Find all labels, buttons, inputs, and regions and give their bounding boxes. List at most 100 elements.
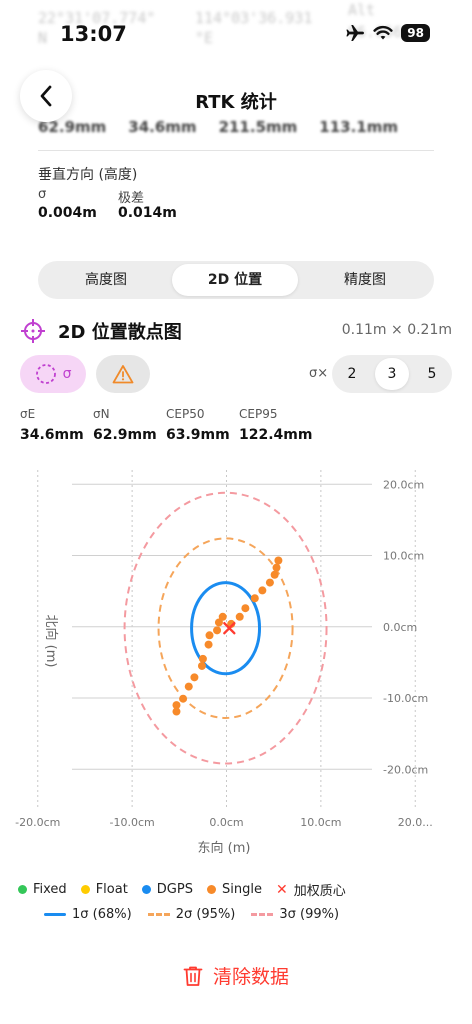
nav-bar: RTK 统计 [0,70,472,130]
multiplier-label: σ× [309,366,329,381]
data-point [274,556,283,565]
legend-label: Single [221,882,262,897]
legend-item: 1σ (68%) [44,907,132,922]
multiplier-option[interactable]: 5 [415,358,449,390]
metric-value: 122.4mm [239,427,313,443]
x-tick-label: 0.0cm [209,816,243,829]
legend-line-icon [44,913,66,916]
data-point [258,586,267,595]
legend-dot-icon [141,885,151,894]
page-title: RTK 统计 [195,92,277,113]
status-time: 13:07 [60,22,127,46]
data-point [198,654,207,663]
metric-label: CEP95 [239,407,278,421]
data-point [270,570,279,579]
sigma-ellipse-3 [123,491,328,765]
clear-data-button[interactable]: 清除数据 [0,962,472,989]
metric-value: 63.9mm [166,427,230,443]
legend-label: DGPS [156,882,193,897]
x-tick-label: 10.0cm [300,816,341,829]
data-point [241,604,250,613]
data-point [272,563,281,572]
vertical-sigma-label: σ [38,187,47,202]
y-tick-label: 0.0cm [383,621,417,634]
data-point [265,578,274,587]
x-tick-label: 20.0... [398,816,433,829]
metric-value: 62.9mm [93,427,157,443]
plot-title: 2D 位置散点图 [58,322,182,343]
legend-label: 加权质心 [293,884,346,899]
longitude-readout: 114°03'36.931 °E [195,9,313,47]
metric-label: σE [20,407,36,421]
metric-value: 34.6mm [20,427,84,443]
sigma-ellipse-2 [157,537,294,719]
clear-data-label: 清除数据 [212,966,289,988]
data-point [213,626,222,635]
divider [38,150,434,151]
legend-item: Float [80,882,128,897]
vertical-section-title: 垂直方向 (高度) [38,167,138,183]
data-point [218,612,227,621]
legend-item: 3σ (99%) [251,907,339,922]
status-icons: 98 [345,24,430,42]
legend-lines: 1σ (68%) 2σ (95%) 3σ (99%) [44,907,355,922]
legend-label: Fixed [33,882,67,897]
y-tick-label: 20.0cm [383,478,424,491]
metric-label: σN [93,407,110,421]
legend-dot-icon [206,885,216,894]
airplane-icon [346,25,365,41]
altitude-label: Alt [348,1,376,19]
data-point [205,631,214,640]
tab-height-chart[interactable]: 高度图 [42,264,170,296]
legend-dot-icon [18,885,27,894]
legend-label: 3σ (99%) [279,907,340,922]
x-axis-label: 东向 (m) [198,840,251,856]
legend-line-icon [251,913,274,916]
sigma-chip-label: σ [62,366,72,382]
legend-item: Fixed [18,882,67,897]
plot-extent: 0.11m × 0.21m [341,322,452,338]
legend-label: 1σ (68%) [72,907,132,922]
legend-item: Single [206,882,262,897]
legend-item: DGPS [141,882,193,897]
data-point [172,701,181,710]
wifi-icon [373,25,393,40]
outlier-toggle[interactable] [96,355,150,393]
data-point [184,682,193,691]
multiplier-option-selected[interactable]: 3 [375,358,409,390]
data-point [250,594,259,603]
legend-item: ✕ 加权质心 [275,880,346,900]
multiplier-option[interactable]: 2 [335,358,369,390]
data-point [190,673,199,682]
multiplier-selector: 2 3 5 [332,355,452,393]
y-tick-label: 10.0cm [383,550,424,563]
legend-label: 2σ (95%) [175,907,236,922]
sigma-ellipse-toggle[interactable]: σ [20,355,86,393]
x-tick-label: -20.0cm [15,816,60,829]
legend-line-icon [147,913,170,916]
dashed-circle-icon [35,364,56,384]
vertical-sigma-value: 0.004m [38,205,97,221]
legend-label: Float [95,882,128,897]
view-tabs: 高度图 2D 位置 精度图 [38,261,434,299]
crosshair-icon [21,319,45,343]
legend-item: 2σ (95%) [147,907,236,922]
tab-2d-position[interactable]: 2D 位置 [172,264,298,296]
warning-icon [112,365,134,384]
trash-icon [183,966,203,986]
battery-indicator: 98 [401,24,430,42]
data-point [204,640,213,649]
y-axis-label: 北向 (m) [43,615,59,668]
legend-markers: Fixed Float DGPS Single ✕ 加权质心 [18,880,360,899]
data-point [197,661,206,670]
data-point [179,694,188,703]
y-tick-label: -20.0cm [383,763,428,776]
y-tick-label: -10.0cm [383,692,428,705]
cross-icon: ✕ [275,881,288,898]
scatter-plot: 20.0cm 10.0cm 0.0cm -10.0cm -20.0cm -20.0cm -1… [15,470,433,856]
x-tick-label: -10.0cm [110,816,155,829]
vertical-range-value: 0.014m [118,205,177,221]
metric-label: CEP50 [166,407,205,421]
tab-precision-chart[interactable]: 精度图 [300,264,430,296]
legend-dot-icon [80,885,90,894]
